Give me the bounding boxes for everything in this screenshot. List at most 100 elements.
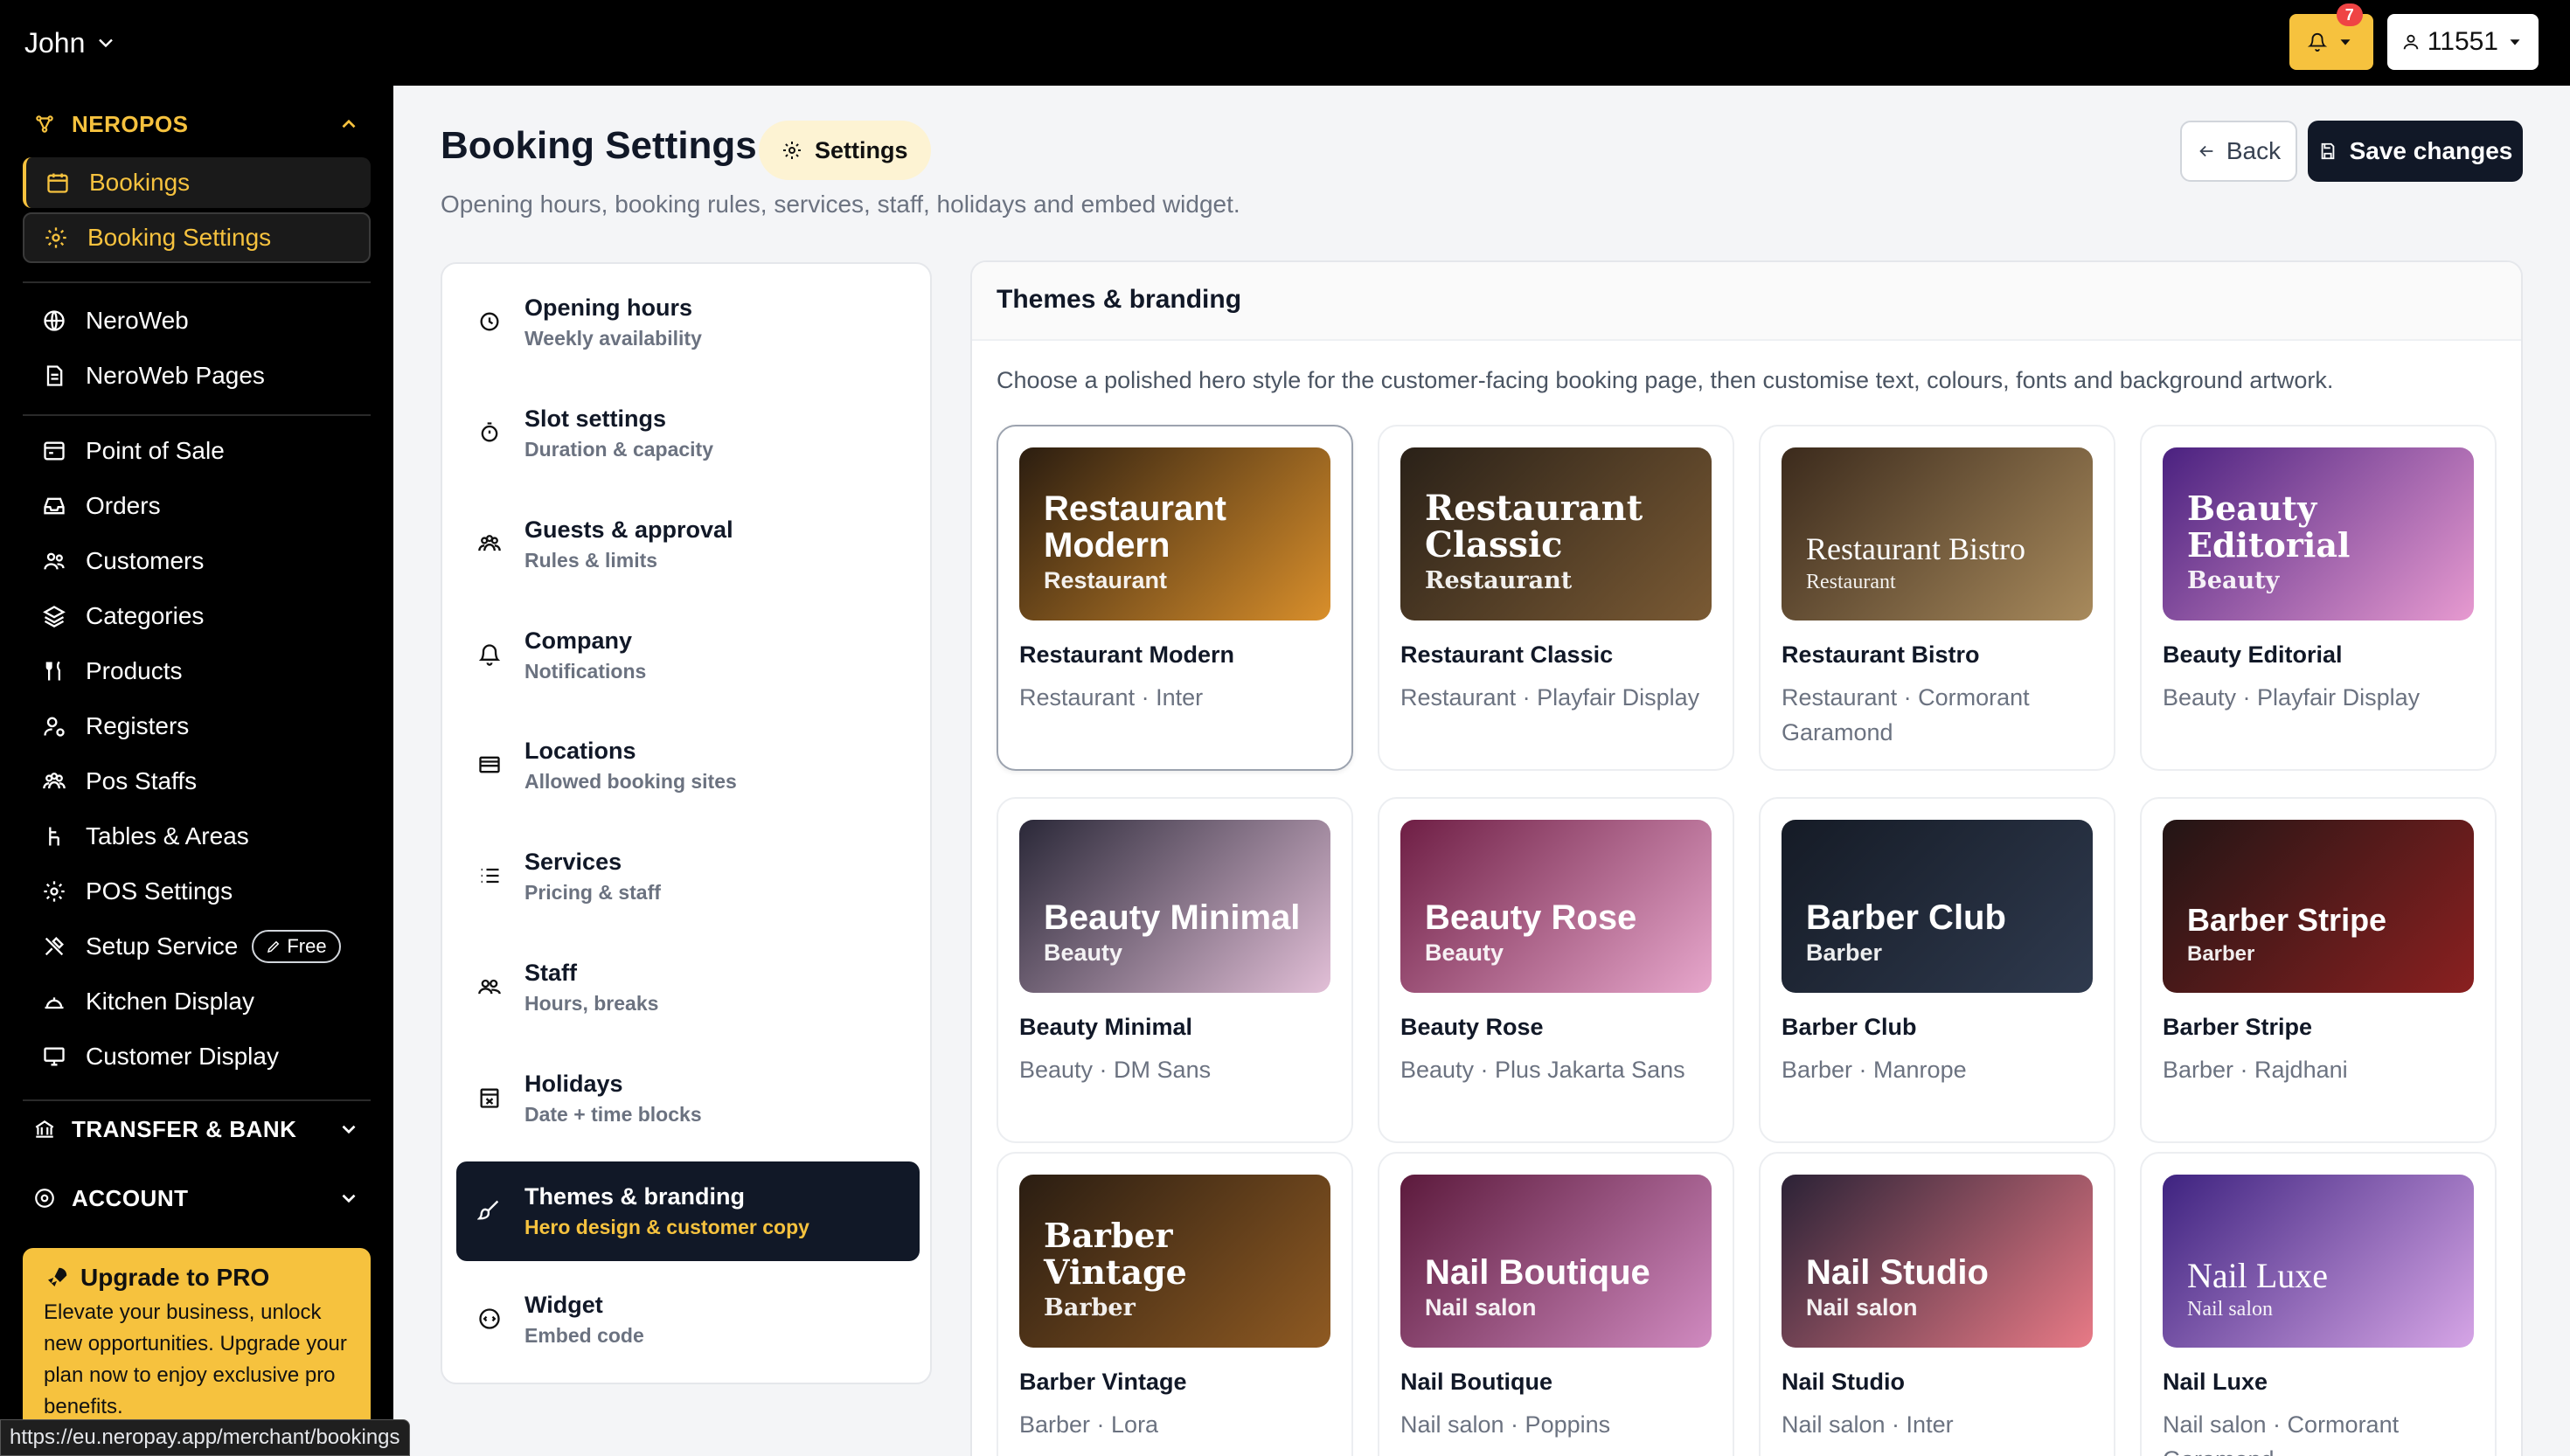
theme-card-restaurant-classic[interactable]: Restaurant Classic Restaurant Restaurant… [1378, 425, 1734, 771]
hero-title: Beauty Editorial [2187, 489, 2351, 565]
menu-item-services[interactable]: Services Pricing & staff [456, 827, 920, 926]
menu-item-title: Guests & approval [524, 517, 733, 543]
hero-category: Beauty [2187, 567, 2280, 594]
sidebar-divider [23, 1099, 371, 1101]
theme-card-nail-studio[interactable]: Nail Studio Nail salon Nail Studio Nail … [1759, 1152, 2115, 1456]
users-icon [477, 531, 504, 558]
cloche-icon [42, 989, 66, 1014]
theme-card-nail-luxe[interactable]: Nail Luxe Nail salon Nail Luxe Nail salo… [2140, 1152, 2497, 1456]
back-button[interactable]: Back [2180, 121, 2297, 182]
sidebar-item-orders[interactable]: Orders [23, 481, 371, 531]
theme-hero-preview: Barber Club Barber [1782, 820, 2093, 993]
theme-card-beauty-minimal[interactable]: Beauty Minimal Beauty Beauty Minimal Bea… [997, 797, 1353, 1143]
sidebar-item-bookings[interactable]: Bookings [23, 157, 371, 208]
user-menu[interactable]: John [24, 27, 118, 59]
theme-card-restaurant-modern[interactable]: Restaurant Modern Restaurant Restaurant … [997, 425, 1353, 771]
sidebar-item-label: Products [86, 657, 183, 684]
menu-item-title: Opening hours [524, 295, 692, 321]
hero-category: Beauty [1425, 939, 1504, 966]
sidebar-section-neropos[interactable]: NEROPOS [0, 103, 393, 145]
calendar-x-icon [477, 1085, 504, 1112]
brand-icon [33, 113, 56, 135]
sidebar-item-pos-staffs[interactable]: Pos Staffs [23, 756, 371, 807]
sidebar-item-label: Setup Service [86, 933, 239, 960]
status-url: https://eu.neropay.app/merchant/bookings [0, 1419, 410, 1456]
hero-title: Nail Luxe [2187, 1256, 2329, 1295]
sidebar-item-pos-settings[interactable]: POS Settings [23, 866, 371, 917]
user-icon [2403, 34, 2419, 50]
sidebar-section-transfer-bank[interactable]: TRANSFER & BANK [0, 1108, 393, 1150]
menu-item-title: Company [524, 627, 633, 654]
layers-icon [42, 604, 66, 628]
theme-name: Barber Stripe [2163, 1014, 2313, 1040]
save-changes-button[interactable]: Save changes [2308, 121, 2523, 182]
sidebar-item-kitchen-display[interactable]: Kitchen Display [23, 976, 371, 1027]
menu-item-guests-approval[interactable]: Guests & approval Rules & limits [456, 495, 920, 594]
hero-category: Nail salon [2187, 1298, 2273, 1321]
menu-item-subtitle: Allowed booking sites [524, 770, 737, 793]
account-button[interactable]: 11551 [2386, 14, 2539, 70]
theme-card-barber-stripe[interactable]: Barber Stripe Barber Barber Stripe Barbe… [2140, 797, 2497, 1143]
theme-name: Beauty Editorial [2163, 641, 2343, 668]
sidebar-item-label: NeroWeb Pages [86, 362, 265, 389]
hero-category: Restaurant [1044, 567, 1168, 593]
hero-title: Beauty Rose [1425, 898, 1637, 937]
menu-item-company[interactable]: Company Notifications [456, 606, 920, 705]
theme-hero-preview: Barber Stripe Barber [2163, 820, 2474, 993]
themes-panel: Themes & branding Choose a polished hero… [970, 260, 2523, 1456]
sidebar-item-tables-areas[interactable]: Tables & Areas [23, 811, 371, 862]
sidebar-item-products[interactable]: Products [23, 646, 371, 697]
settings-menu: Opening hours Weekly availability Slot se… [441, 262, 932, 1384]
menu-item-staff[interactable]: Staff Hours, breaks [456, 938, 920, 1037]
menu-item-locations[interactable]: Locations Allowed booking sites [456, 716, 920, 815]
theme-card-barber-vintage[interactable]: Barber Vintage Barber Barber Vintage Bar… [997, 1152, 1353, 1456]
sidebar-item-customers[interactable]: Customers [23, 536, 371, 586]
sidebar-item-customer-display[interactable]: Customer Display [23, 1031, 371, 1082]
theme-meta: Beauty · Plus Jakarta Sans [1400, 1057, 1685, 1083]
sidebar-section-account[interactable]: ACCOUNT [0, 1177, 393, 1219]
caret-down-icon [2340, 39, 2351, 45]
user-name: John [24, 26, 86, 59]
theme-card-nail-boutique[interactable]: Nail Boutique Nail salon Nail Boutique N… [1378, 1152, 1734, 1456]
menu-item-widget[interactable]: Widget Embed code [456, 1270, 920, 1369]
document-icon [42, 364, 66, 388]
menu-item-opening-hours[interactable]: Opening hours Weekly availability [456, 273, 920, 372]
menu-item-subtitle: Pricing & staff [524, 881, 661, 904]
theme-card-beauty-rose[interactable]: Beauty Rose Beauty Beauty Rose Beauty · … [1378, 797, 1734, 1143]
theme-meta: Nail salon · Cormorant Garamond [2163, 1411, 2400, 1456]
inbox-icon [42, 494, 66, 518]
hero-category: Beauty [1044, 939, 1123, 966]
theme-hero-preview: Nail Boutique Nail salon [1400, 1175, 1712, 1348]
sidebar-item-point-of-sale[interactable]: Point of Sale [23, 426, 371, 476]
notifications-button[interactable]: 7 [2289, 3, 2373, 70]
menu-item-subtitle: Embed code [524, 1324, 644, 1347]
theme-name: Nail Boutique [1400, 1369, 1552, 1395]
theme-hero-preview: Restaurant Modern Restaurant [1019, 447, 1330, 621]
staff-icon [42, 769, 66, 794]
theme-card-restaurant-bistro[interactable]: Restaurant Bistro Restaurant Restaurant … [1759, 425, 2115, 771]
sidebar-item-neroweb-pages[interactable]: NeroWeb Pages [23, 350, 371, 401]
hero-category: Restaurant [1806, 571, 1896, 593]
theme-hero-preview: Restaurant Classic Restaurant [1400, 447, 1712, 621]
sidebar-item-booking-settings[interactable]: Booking Settings [23, 212, 371, 263]
page-subtitle: Opening hours, booking rules, services, … [441, 191, 1240, 218]
menu-item-themes-branding[interactable]: Themes & branding Hero design & customer … [456, 1161, 920, 1261]
menu-item-holidays[interactable]: Holidays Date + time blocks [456, 1049, 920, 1148]
hero-category: Nail salon [1425, 1294, 1537, 1321]
menu-item-slot-settings[interactable]: Slot settings Duration & capacity [456, 384, 920, 483]
theme-hero-preview: Beauty Rose Beauty [1400, 820, 1712, 993]
sidebar-item-categories[interactable]: Categories [23, 591, 371, 641]
theme-meta: Barber · Manrope [1782, 1057, 1967, 1083]
theme-name: Barber Vintage [1019, 1369, 1187, 1395]
staff-icon [477, 974, 504, 1001]
sidebar-item-neroweb[interactable]: NeroWeb [23, 295, 371, 346]
sidebar-item-setup-service[interactable]: Setup Service Free [23, 921, 371, 972]
hero-title: Restaurant Bistro [1806, 531, 2025, 566]
chevron-up-icon [342, 119, 356, 128]
theme-card-barber-club[interactable]: Barber Club Barber Barber Club Barber · … [1759, 797, 2115, 1143]
sidebar-item-registers[interactable]: Registers [23, 701, 371, 752]
panel-title: Themes & branding [972, 262, 2521, 341]
theme-meta: Beauty · Playfair Display [2163, 684, 2421, 711]
bell-icon [477, 642, 504, 669]
theme-card-beauty-editorial[interactable]: Beauty Editorial Beauty Beauty Editorial… [2140, 425, 2497, 771]
